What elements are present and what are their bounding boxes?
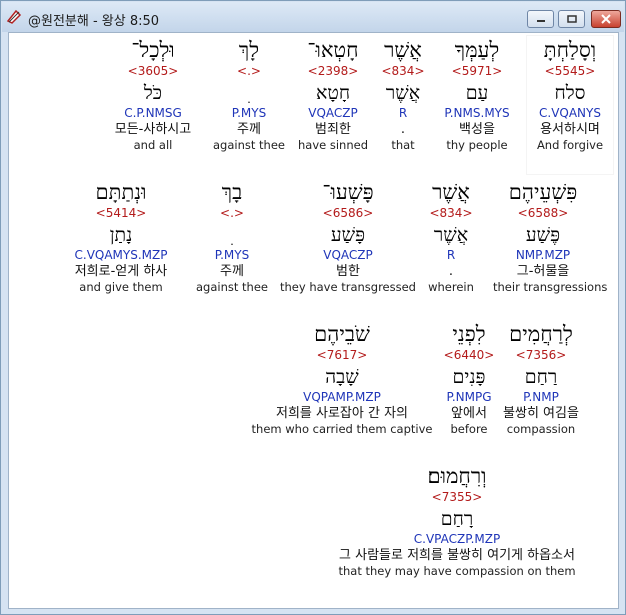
english-gloss: that they may have compassion on them (338, 564, 576, 578)
strong-number[interactable]: <6588> (493, 205, 593, 221)
hebrew-word: שֹׁבֵיהֶם (314, 322, 370, 346)
title-bar[interactable]: @원전분해 - 왕상 8:50 (2, 2, 624, 32)
english-gloss: and give them (79, 280, 163, 294)
hebrew-word: וּנְתַתָּם (95, 180, 147, 204)
hebrew-word: פִּשְׁעֵיהֶם (508, 180, 578, 204)
word-card[interactable]: וּלְכָל־ <3605> כֹּל C.P.NMSG 모든-사하시고 an… (103, 33, 203, 153)
app-icon (6, 9, 22, 24)
korean-gloss: 모든-사하시고 (114, 122, 192, 137)
hebrew-lexeme: סלח (554, 82, 586, 104)
korean-gloss: 저희를 사로잡아 간 자의 (276, 406, 408, 421)
window-title: @원전분해 - 왕상 8:50 (28, 14, 160, 29)
english-gloss: their transgressions (493, 280, 608, 294)
hebrew-word: וּלְכָל־ (131, 38, 175, 62)
hebrew-word: וְרִחֲמוּם׃ (427, 464, 487, 488)
english-gloss: and all (133, 138, 173, 152)
korean-gloss: 그-허물을 (516, 264, 570, 279)
maximize-icon (566, 15, 577, 23)
korean-gloss: 저희로-얻게 하사 (74, 264, 168, 279)
morphology-code: NMP.MZP (515, 248, 571, 262)
english-gloss: against thee (213, 138, 285, 152)
korean-gloss: 주께 (237, 122, 261, 137)
strong-number[interactable]: <5414> (31, 205, 211, 221)
close-button[interactable] (591, 10, 621, 28)
hebrew-lexeme: פֶּשַׁע (525, 224, 561, 246)
korean-gloss: 용서하시며 (540, 122, 600, 137)
hebrew-word: לָךְ (238, 38, 260, 62)
hebrew-lexeme: נָתַן (109, 224, 133, 246)
word-card[interactable]: וְסָלַחְתָּ <5545> סלח C.VQANYS 용서하시며 An… (520, 33, 618, 153)
strong-number[interactable]: <7355> (297, 489, 617, 505)
hebrew-word: וְסָלַחְתָּ (543, 38, 597, 62)
morphology-code: VQPAMP.MZP (303, 390, 381, 404)
strong-number[interactable]: <5545> (520, 63, 618, 79)
word-card[interactable]: שֹׁבֵיהֶם <7617> שָׁבָה VQPAMP.MZP 저희를 사… (247, 317, 437, 437)
word-card[interactable]: וּנְתַתָּם <5414> נָתַן C.VQAMYS.MZP 저희로… (31, 175, 211, 295)
korean-gloss: 그 사람들로 저희를 불쌍히 여기게 하옵소서 (339, 548, 575, 563)
strong-number[interactable]: <3605> (103, 63, 203, 79)
word-card[interactable]: וְרִחֲמוּם׃ <7355> רָחַם C.VPACZP.MZP 그 … (297, 459, 617, 579)
english-gloss: And forgive (536, 138, 604, 152)
word-card[interactable]: פִּשְׁעֵיהֶם <6588> פֶּשַׁע NMP.MZP 그-허물… (493, 175, 608, 295)
interlinear-view: וְסָלַחְתָּ <5545> סלח C.VQANYS 용서하시며 An… (8, 32, 619, 609)
morphology-code: C.VQANYS (539, 106, 601, 120)
morphology-code: P.MYS (231, 106, 267, 120)
morphology-code: C.VPACZP.MZP (413, 532, 501, 546)
maximize-button[interactable] (558, 10, 585, 28)
strong-number[interactable]: <7617> (247, 347, 437, 363)
hebrew-lexeme: ׅ (199, 81, 299, 106)
morphology-code: C.P.NMSG (124, 106, 182, 120)
minimize-button[interactable] (527, 10, 554, 28)
minimize-icon (536, 20, 545, 22)
hebrew-lexeme: שָׁבָה (325, 366, 359, 388)
hebrew-lexeme: כֹּל (143, 82, 163, 104)
word-card[interactable]: לָךְ <.> ׅ P.MYS 주께 against thee (199, 33, 299, 153)
strong-number[interactable]: <.> (199, 63, 299, 79)
hebrew-lexeme: רָחַם (440, 508, 474, 530)
close-icon (601, 14, 611, 24)
english-gloss: them who carried them captive (251, 422, 433, 436)
morphology-code: C.VQAMYS.MZP (74, 248, 168, 262)
app-window: @원전분해 - 왕상 8:50 וְסָלַחְתָּ <5545> סלח C… (0, 0, 626, 615)
